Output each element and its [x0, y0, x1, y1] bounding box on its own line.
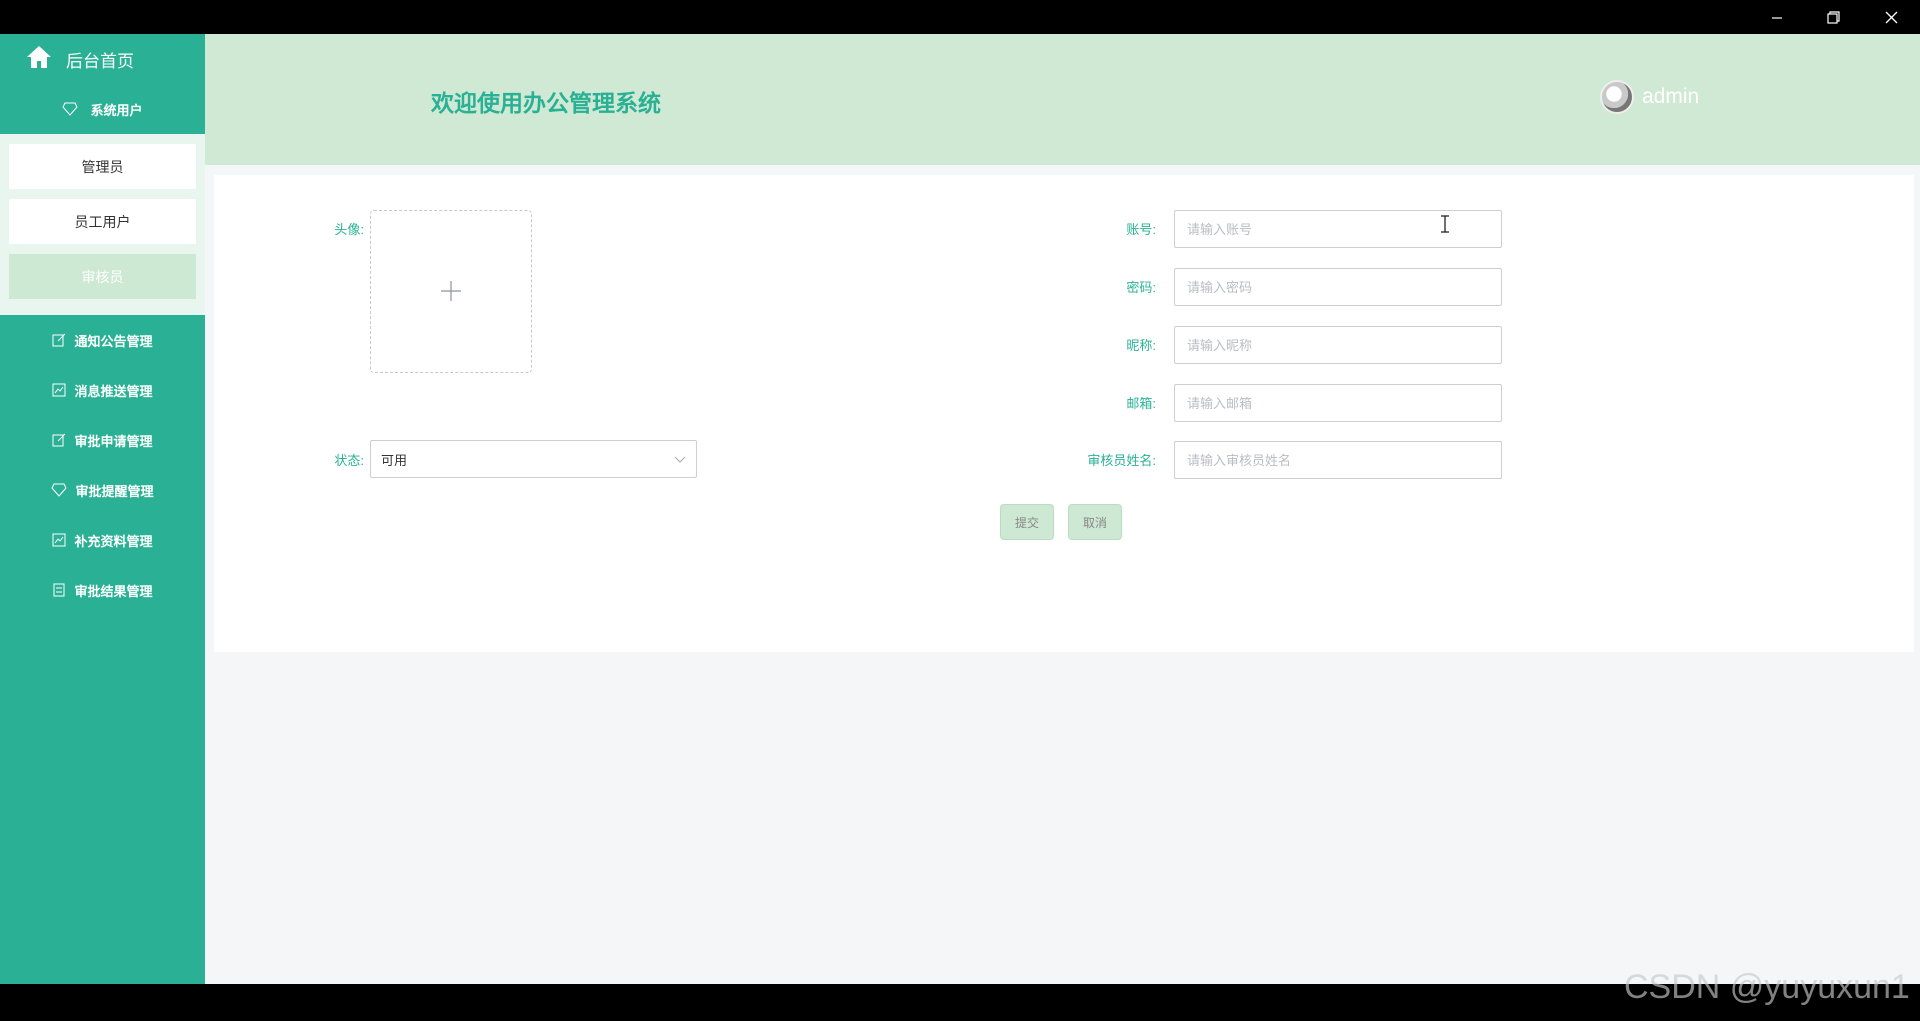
sidebar-submenu: 管理员 员工用户 审核员	[0, 134, 205, 315]
sidebar-item-approval-requests[interactable]: 审批申请管理	[0, 415, 205, 465]
chevron-down-icon	[674, 452, 686, 467]
status-select[interactable]: 可用	[370, 440, 697, 478]
window-titlebar	[0, 0, 1920, 34]
edit-icon	[52, 433, 66, 447]
sidebar-home-label: 后台首页	[66, 51, 134, 71]
app-window: 后台首页 系统用户 管理员 员工用户 审核员 通知公告管理 消息推送管理 审批申…	[0, 34, 1920, 984]
edit-icon	[52, 333, 66, 347]
email-label: 邮箱:	[1126, 396, 1156, 411]
status-label: 状态:	[334, 453, 364, 468]
diamond-icon	[62, 102, 79, 116]
sidebar-home[interactable]: 后台首页	[0, 34, 205, 84]
avatar	[1600, 80, 1634, 114]
document-icon	[52, 583, 66, 597]
sidebar-section-label: 系统用户	[90, 102, 143, 118]
nickname-label: 昵称:	[1126, 338, 1156, 353]
minimize-icon[interactable]	[1748, 0, 1805, 35]
top-header: 欢迎使用办公管理系统 admin	[205, 34, 1920, 165]
account-input[interactable]	[1174, 210, 1502, 248]
sidebar-section-system-users[interactable]: 系统用户	[0, 84, 205, 134]
status-value: 可用	[381, 452, 408, 468]
reviewer-name-input[interactable]	[1174, 441, 1502, 479]
sidebar-item-label: 管理员	[81, 158, 124, 175]
sidebar-item-reviewer[interactable]: 审核员	[9, 254, 196, 299]
sidebar-item-label: 补充资料管理	[74, 533, 153, 549]
cancel-button[interactable]: 取消	[1068, 504, 1122, 540]
restore-icon[interactable]	[1805, 0, 1862, 35]
chart-icon	[52, 383, 66, 397]
page-title: 欢迎使用办公管理系统	[431, 90, 661, 116]
plus-icon	[440, 273, 462, 310]
submit-button[interactable]: 提交	[1000, 504, 1054, 540]
sidebar-item-supplementary-materials[interactable]: 补充资料管理	[0, 515, 205, 565]
avatar-upload[interactable]	[370, 210, 532, 373]
sidebar-item-notices[interactable]: 通知公告管理	[0, 315, 205, 365]
window-controls	[1748, 0, 1920, 38]
avatar-label: 头像:	[334, 222, 364, 237]
close-icon[interactable]	[1863, 0, 1920, 35]
account-label: 账号:	[1126, 222, 1156, 237]
sidebar-item-message-push[interactable]: 消息推送管理	[0, 365, 205, 415]
sidebar-item-label: 审核员	[81, 268, 124, 285]
sidebar-item-approval-reminders[interactable]: 审批提醒管理	[0, 465, 205, 515]
sidebar-item-admin[interactable]: 管理员	[9, 144, 196, 189]
sidebar-item-label: 审批申请管理	[74, 433, 153, 449]
sidebar-item-label: 审批提醒管理	[75, 483, 154, 499]
email-input[interactable]	[1174, 384, 1502, 422]
nickname-input[interactable]	[1174, 326, 1502, 364]
home-icon	[26, 45, 52, 74]
sidebar-item-label: 审批结果管理	[74, 583, 153, 599]
sidebar-item-approval-results[interactable]: 审批结果管理	[0, 565, 205, 615]
reviewer-name-label: 审核员姓名:	[1087, 453, 1156, 468]
sidebar-item-label: 消息推送管理	[74, 383, 153, 399]
password-label: 密码:	[1126, 280, 1156, 295]
password-input[interactable]	[1174, 268, 1502, 306]
sidebar-item-staff-users[interactable]: 员工用户	[9, 199, 196, 244]
text-cursor-icon	[1440, 215, 1450, 239]
watermark: CSDN @yuyuxun1	[1624, 968, 1910, 1006]
user-menu[interactable]: admin	[1600, 80, 1699, 114]
username: admin	[1642, 85, 1700, 108]
sidebar-item-label: 员工用户	[74, 213, 131, 230]
chart-icon	[52, 533, 66, 547]
sidebar-item-label: 通知公告管理	[74, 333, 153, 349]
reviewer-form-panel: 头像: 状态: 可用 账号: 密码: 昵称: 邮箱: 审核员姓名: 提交 取消	[214, 175, 1914, 652]
diamond-icon	[51, 483, 68, 497]
sidebar: 后台首页 系统用户 管理员 员工用户 审核员 通知公告管理 消息推送管理 审批申…	[0, 34, 205, 984]
